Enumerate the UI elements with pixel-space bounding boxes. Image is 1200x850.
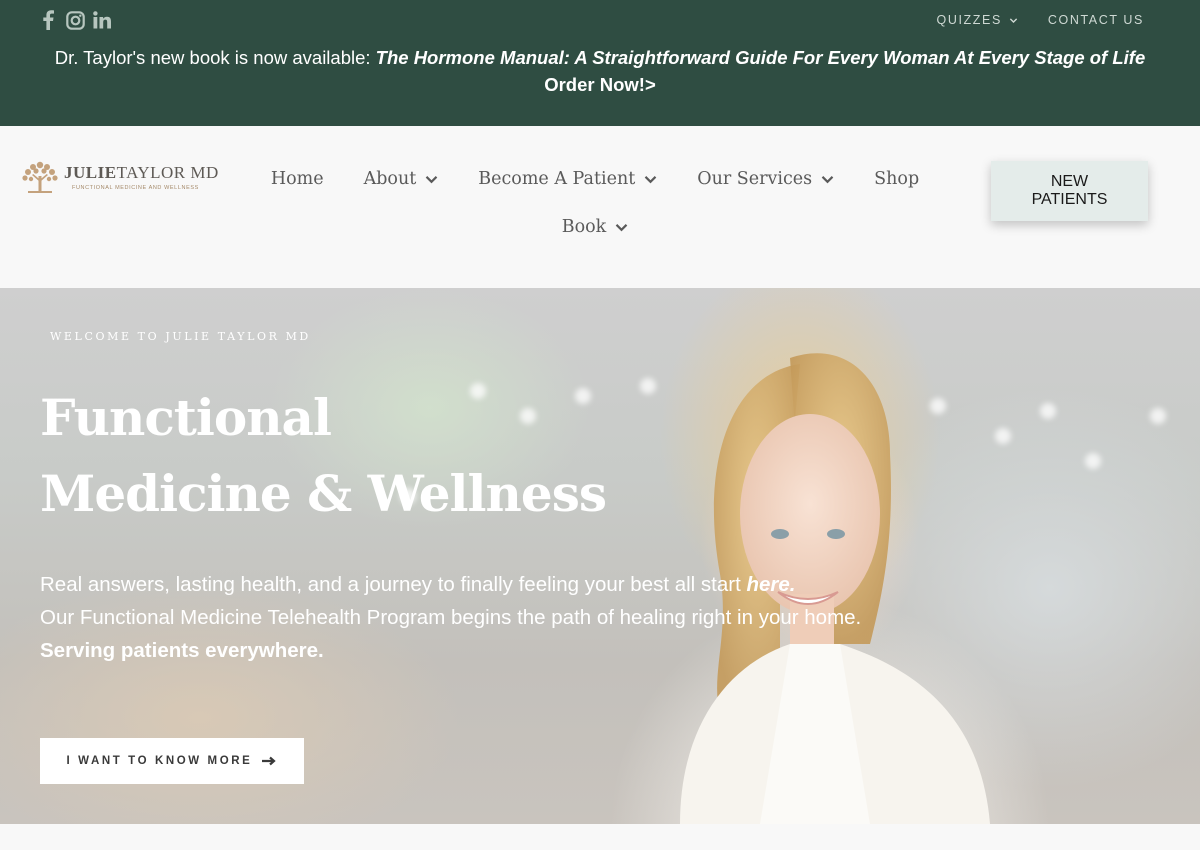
nav-label-home: Home <box>270 169 324 189</box>
hero-copy-line1: Real answers, lasting health, and a jour… <box>40 568 1000 601</box>
logo-name-rest: TAYLOR MD <box>116 162 219 182</box>
new-patients-line1: NEW <box>1050 173 1089 190</box>
main-navbar: JULIETAYLOR MD FUNCTIONAL MEDICINE AND W… <box>0 126 1200 288</box>
quizzes-menu[interactable]: QUIZZES <box>937 13 1018 27</box>
next-section-edge <box>0 824 1200 850</box>
social-links <box>38 9 112 31</box>
hero-title-line1: Functional <box>40 388 332 447</box>
nav-item-our-services[interactable]: Our Services <box>677 166 854 192</box>
hero-copy-line3: Serving patients everywhere. <box>40 639 324 662</box>
nav-item-become-a-patient[interactable]: Become A Patient <box>458 166 677 192</box>
know-more-button[interactable]: I WANT TO KNOW MORE <box>40 738 304 784</box>
chevron-down-icon <box>1009 17 1018 23</box>
announcement-prefix: Dr. Taylor's new book is now available: <box>54 47 376 68</box>
contact-us-link[interactable]: CONTACT US <box>1048 13 1144 27</box>
know-more-label: I WANT TO KNOW MORE <box>66 755 253 767</box>
top-announcement-bar: QUIZZES CONTACT US Dr. Taylor's new book… <box>0 0 1200 126</box>
chevron-down-icon <box>644 175 657 183</box>
hero-copy-line1-text: Real answers, lasting health, and a jour… <box>40 573 747 596</box>
nav-item-about[interactable]: About <box>344 166 459 192</box>
nav-item-shop[interactable]: Shop <box>854 166 939 192</box>
logo-name: JULIETAYLOR MD <box>64 162 219 182</box>
hero-title: Functional Medicine & Wellness <box>40 380 607 532</box>
chevron-down-icon <box>615 223 628 231</box>
utility-nav: QUIZZES CONTACT US <box>937 13 1144 27</box>
logo-tagline: FUNCTIONAL MEDICINE AND WELLNESS <box>72 184 199 191</box>
nav-label-about: About <box>363 169 417 189</box>
logo-wordmark: JULIETAYLOR MD FUNCTIONAL MEDICINE AND W… <box>64 162 219 191</box>
facebook-icon[interactable] <box>38 9 58 31</box>
new-patients-label: NEW PATIENTS <box>1032 173 1108 209</box>
hero-description: Real answers, lasting health, and a jour… <box>40 568 1000 667</box>
new-patients-button[interactable]: NEW PATIENTS <box>991 161 1148 221</box>
instagram-icon[interactable] <box>65 9 85 31</box>
contact-us-label: CONTACT US <box>1047 13 1144 27</box>
arrow-right-icon <box>262 756 277 766</box>
book-announcement: Dr. Taylor's new book is now available: … <box>0 44 1200 98</box>
hero-copy-line2: Our Functional Medicine Telehealth Progr… <box>40 606 862 629</box>
hero-eyebrow: WELCOME TO JULIE TAYLOR MD <box>50 330 311 343</box>
new-patients-line2: PATIENTS <box>1031 191 1108 208</box>
book-title-link[interactable]: The Hormone Manual: A Straightforward Gu… <box>376 47 1146 68</box>
nav-label-book: Book <box>561 217 607 237</box>
chevron-down-icon <box>821 175 834 183</box>
hero-title-line2: Medicine & Wellness <box>40 464 607 523</box>
chevron-down-icon <box>426 175 438 183</box>
primary-menu: Home About Become A Patient Our Services… <box>250 166 940 240</box>
nav-item-book[interactable]: Book <box>542 214 649 240</box>
linkedin-icon[interactable] <box>92 9 112 31</box>
logo-name-first: JULIE <box>64 162 117 182</box>
hero-section: WELCOME TO JULIE TAYLOR MD Functional Me… <box>0 288 1200 824</box>
order-now-link[interactable]: Order Now!> <box>0 71 1200 98</box>
site-logo[interactable]: JULIETAYLOR MD FUNCTIONAL MEDICINE AND W… <box>20 160 219 194</box>
nav-label-shop: Shop <box>874 169 920 189</box>
nav-item-home[interactable]: Home <box>251 166 344 192</box>
nav-label-our-services: Our Services <box>697 169 813 189</box>
quizzes-label: QUIZZES <box>936 13 1002 27</box>
nav-label-become-a-patient: Become A Patient <box>478 169 636 189</box>
tree-logo-icon <box>22 161 58 193</box>
hero-copy-emphasis: here. <box>746 573 796 596</box>
